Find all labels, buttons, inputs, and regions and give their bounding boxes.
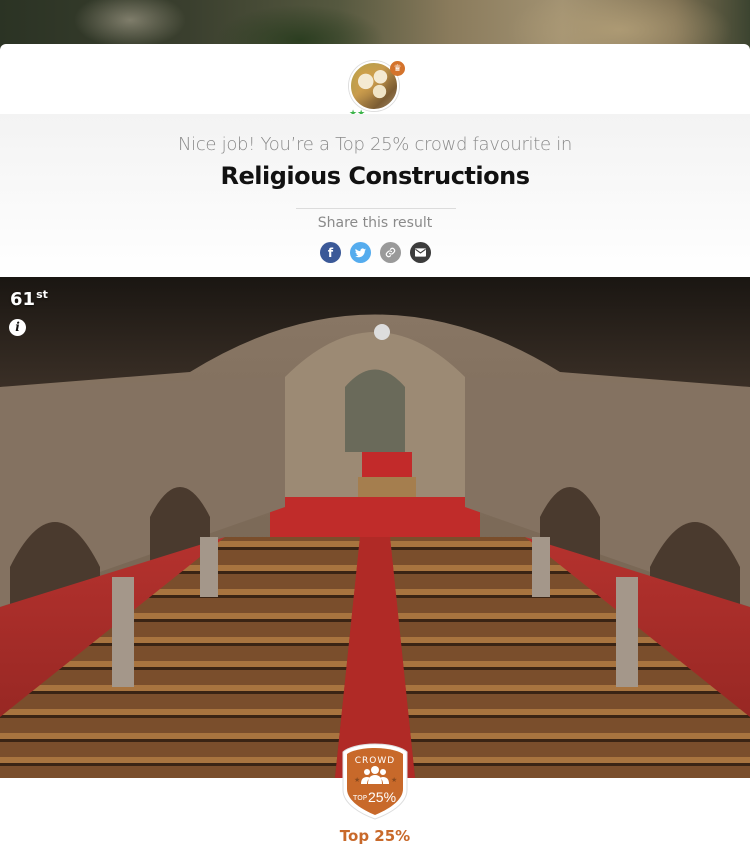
result-panel: Nice job! You’re a Top 25% crowd favouri…: [0, 114, 750, 277]
twitter-share-button[interactable]: [350, 242, 371, 263]
badge-value-text: 25%: [368, 789, 396, 805]
profile-avatar[interactable]: ♛ ★★: [349, 61, 405, 118]
copy-link-button[interactable]: [380, 242, 401, 263]
email-icon: [415, 248, 426, 257]
share-label: Share this result: [317, 215, 433, 231]
crown-icon: ♛: [390, 61, 405, 76]
link-icon: [385, 247, 396, 258]
badge-star-left: ★: [354, 776, 360, 784]
email-share-button[interactable]: [410, 242, 431, 263]
rank-indicator: 61st: [10, 288, 48, 310]
facebook-icon: f: [327, 245, 334, 260]
share-buttons: f: [320, 242, 431, 263]
badge-top-text: TOP: [352, 794, 367, 802]
divider: [296, 208, 456, 209]
facebook-share-button[interactable]: f: [320, 242, 341, 263]
challenge-category[interactable]: Religious Constructions: [0, 162, 750, 190]
winning-photo[interactable]: [0, 277, 750, 778]
badge-star-right: ★: [391, 776, 397, 784]
badge-crowd-text: CROWD: [355, 756, 395, 766]
rank-number: 61: [10, 289, 36, 310]
twitter-icon: [355, 247, 366, 257]
result-tagline: Nice job! You’re a Top 25% crowd favouri…: [177, 134, 573, 155]
crowd-award-badge: CROWD ★ ★ TOP 25%: [341, 742, 409, 820]
info-icon[interactable]: i: [9, 319, 26, 336]
award-label: Top 25%: [339, 827, 411, 845]
church-interior-image: [0, 277, 750, 778]
rank-suffix: st: [36, 288, 48, 301]
